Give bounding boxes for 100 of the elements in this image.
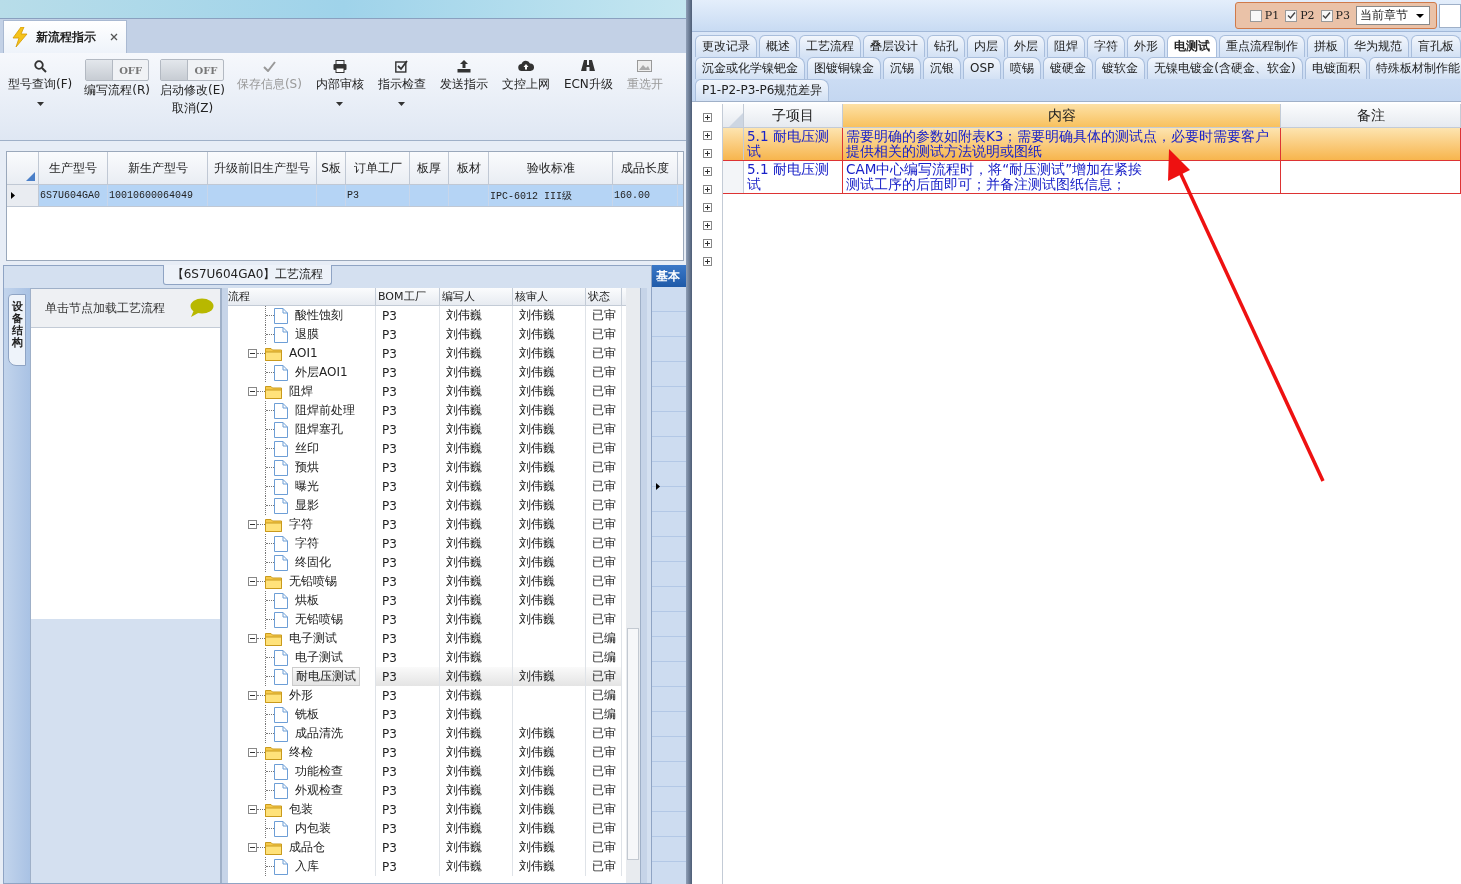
section-tab[interactable]: 无镍电镀金(含硬金、软金) — [1147, 57, 1303, 79]
section-tab[interactable]: 概述 — [759, 35, 797, 57]
document-tab[interactable]: 新流程指示 — [3, 20, 127, 53]
section-tab[interactable]: 内层 — [967, 35, 1005, 57]
expand-icon[interactable] — [702, 203, 712, 212]
tree-node[interactable]: 丝印 — [292, 440, 322, 457]
toolbar-button[interactable]: 型号查询(F) — [6, 57, 75, 106]
tree-node[interactable]: 成品仓 — [286, 839, 328, 856]
tree-node[interactable]: 阻焊前处理 — [292, 402, 358, 419]
section-tab[interactable]: 阻焊 — [1047, 35, 1085, 57]
tree-node[interactable]: 终检 — [286, 744, 316, 761]
section-tab[interactable]: 工艺流程 — [799, 35, 861, 57]
toolbar-button[interactable]: 文控上网 — [499, 57, 552, 93]
column-header[interactable]: 编写人 — [440, 288, 513, 305]
tree-node[interactable]: 耐电压测试 — [292, 667, 360, 686]
section-tab[interactable]: 沉锡 — [883, 57, 921, 79]
section-tab[interactable]: 外层 — [1007, 35, 1045, 57]
section-tab[interactable]: 叠层设计 — [863, 35, 925, 57]
tree-node[interactable]: 阻焊塞孔 — [292, 421, 346, 438]
section-tab[interactable]: 更改记录 — [695, 35, 757, 57]
column-header[interactable]: 板材 — [449, 152, 489, 184]
collapse-icon[interactable] — [248, 634, 257, 643]
expand-icon[interactable] — [702, 149, 712, 158]
collapse-icon[interactable] — [248, 349, 257, 358]
expand-icon[interactable] — [702, 257, 712, 266]
tree-node[interactable]: 烘板 — [292, 592, 322, 609]
expand-icon[interactable] — [702, 239, 712, 248]
section-tab[interactable]: 镀硬金 — [1043, 57, 1094, 79]
column-header[interactable]: 流程 — [228, 288, 376, 305]
expand-icon[interactable] — [702, 131, 712, 140]
tree-node[interactable]: 字符 — [292, 535, 322, 552]
tree-node[interactable]: 字符 — [286, 516, 316, 533]
column-header[interactable]: 板厚 — [410, 152, 449, 184]
collapse-icon[interactable] — [248, 805, 257, 814]
tree-node[interactable]: 包装 — [286, 801, 316, 818]
tree-node[interactable]: 外层AOI1 — [292, 364, 351, 381]
column-header[interactable]: BOM工厂 — [376, 288, 440, 305]
tree-node[interactable]: 入库 — [292, 858, 322, 875]
column-header[interactable]: 内容 — [843, 104, 1281, 127]
column-header[interactable]: 状态 — [586, 288, 622, 305]
tree-node[interactable]: 电子测试 — [292, 649, 346, 666]
column-header[interactable]: 备注 — [1281, 104, 1461, 127]
collapse-icon[interactable] — [248, 748, 257, 757]
collapse-icon[interactable] — [248, 387, 257, 396]
tree-node[interactable]: 阻焊 — [286, 383, 316, 400]
expand-icon[interactable] — [702, 113, 712, 122]
section-tab[interactable]: OSP — [963, 57, 1002, 79]
toolbar-button[interactable]: 发送指示 — [437, 57, 490, 93]
section-tab[interactable]: 盲孔板 — [1411, 35, 1461, 57]
tree-node[interactable]: 退膜 — [292, 326, 322, 343]
column-header[interactable]: 新生产型号 — [108, 152, 208, 184]
tree-node[interactable]: 预烘 — [292, 459, 322, 476]
collapse-icon[interactable] — [248, 691, 257, 700]
section-tab[interactable]: 华为规范 — [1347, 35, 1409, 57]
collapse-icon[interactable] — [248, 520, 257, 529]
close-icon[interactable] — [110, 33, 118, 41]
checkbox[interactable] — [1320, 9, 1333, 22]
tree-node[interactable]: 酸性蚀刻 — [292, 307, 346, 324]
expand-icon[interactable] — [702, 221, 712, 230]
column-header[interactable]: 成品长度 — [613, 152, 678, 184]
panel-tab[interactable]: 基本 — [652, 265, 686, 287]
checkbox[interactable] — [1249, 9, 1262, 22]
section-tab[interactable]: 沉银 — [923, 57, 961, 79]
section-tab[interactable]: 电测试 — [1167, 35, 1217, 57]
expand-icon[interactable] — [702, 167, 712, 176]
tree-node[interactable]: 无铅喷锡 — [292, 611, 346, 628]
tree-node[interactable]: 内包装 — [292, 820, 334, 837]
section-tab[interactable]: 喷锡 — [1003, 57, 1042, 79]
section-tab[interactable]: P1-P2-P3-P6规范差异 — [695, 79, 830, 101]
tree-node[interactable]: 电子测试 — [286, 630, 340, 647]
tree-node[interactable]: 终固化 — [292, 554, 334, 571]
toolbar-button[interactable]: ECN升级 — [561, 57, 615, 93]
toggle-switch[interactable]: OFF — [85, 59, 150, 81]
collapse-icon[interactable] — [248, 577, 257, 586]
tree-node[interactable]: 外观检查 — [292, 782, 346, 799]
expand-arrow-icon[interactable] — [656, 483, 660, 490]
section-tab[interactable]: 特殊板材制作能 — [1368, 57, 1461, 79]
section-tab[interactable]: 钻孔 — [927, 35, 965, 57]
column-header[interactable]: 升级前旧生产型号 — [208, 152, 317, 184]
column-header[interactable]: S板 — [317, 152, 346, 184]
expand-icon[interactable] — [702, 185, 712, 194]
scrollbar[interactable] — [626, 288, 640, 883]
tree-node[interactable]: AOI1 — [286, 345, 321, 362]
text-field[interactable] — [1439, 3, 1461, 28]
side-tab[interactable]: 设备结构 — [8, 294, 26, 366]
section-tab[interactable]: 字符 — [1087, 35, 1125, 57]
section-tab[interactable]: 外形 — [1127, 35, 1165, 57]
toolbar-button[interactable]: 内部审核 — [313, 57, 366, 106]
section-tab[interactable]: 拼板 — [1307, 35, 1345, 57]
tree-node[interactable]: 铣板 — [292, 706, 322, 723]
tree-node[interactable]: 外形 — [286, 687, 316, 704]
section-tab[interactable]: 电镀面积 — [1304, 57, 1367, 79]
collapse-icon[interactable] — [248, 843, 257, 852]
cancel-label[interactable]: 取消(Z) — [171, 99, 214, 117]
toggle-switch[interactable]: OFF — [160, 59, 225, 81]
tree-node[interactable]: 显影 — [292, 497, 322, 514]
toolbar-button[interactable]: 指示检查 — [375, 57, 428, 106]
column-header[interactable]: 核审人 — [513, 288, 586, 305]
tree-node[interactable]: 功能检查 — [292, 763, 346, 780]
grid-row[interactable]: 6S7U604GA0 10010600064049 P3 IPC-6012 III级 160.00 — [7, 185, 683, 207]
